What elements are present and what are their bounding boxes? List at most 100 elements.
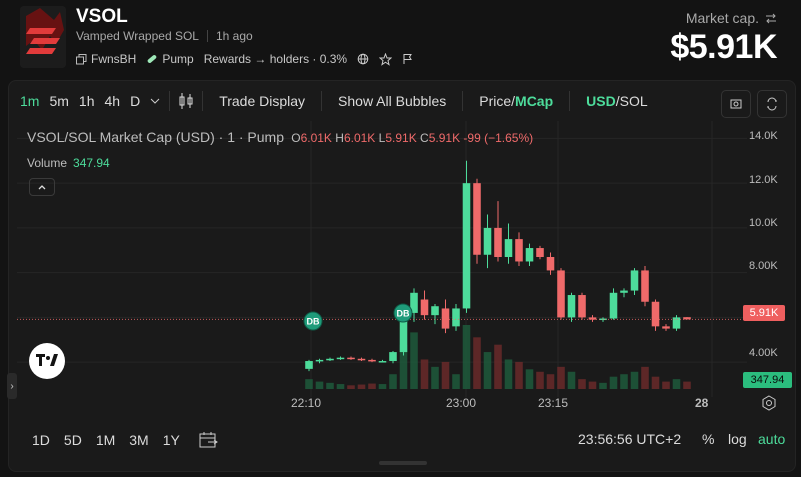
timeframe-1m[interactable]: 1m [15, 93, 44, 109]
toolbar-divider [202, 91, 204, 111]
volume-bar [536, 371, 544, 389]
volume-bar [305, 379, 313, 389]
usd-sol-toggle[interactable]: USD/SOL [578, 93, 655, 109]
candle-body [494, 227, 502, 257]
range-3m[interactable]: 3M [122, 432, 155, 448]
candle-body [567, 295, 576, 318]
timeframe-5m[interactable]: 5m [44, 93, 73, 109]
token-full-name: Vamped Wrapped SOL [76, 29, 199, 43]
candle-body [431, 306, 439, 316]
candle-body [483, 227, 492, 255]
flag-icon[interactable] [402, 53, 413, 65]
candle-body [536, 248, 544, 257]
candle-body [651, 301, 660, 327]
volume-bar [431, 366, 439, 389]
chart-panel: 1m 5m 1h 4h D Trade Display Show All Bub… [7, 80, 797, 472]
refresh-icon [767, 97, 777, 111]
chart-bottom-bar: 1D 5D 1M 3M 1Y 23:56:56 UTC+2 % log auto [9, 425, 797, 455]
volume-bar [494, 344, 502, 389]
toolbar-divider [169, 91, 171, 111]
change-value: -99 (−1.65%) [463, 131, 534, 145]
date-range-icon[interactable] [199, 431, 219, 449]
collapse-legend-button[interactable] [29, 178, 55, 196]
token-symbol: VSOL [76, 6, 128, 27]
price-mcap-toggle[interactable]: Price/MCap [471, 93, 561, 109]
screenshot-button[interactable] [721, 90, 751, 118]
volume-bar [462, 325, 471, 389]
chart-title: VSOL/SOL Market Cap (USD) · 1 · Pump [27, 129, 284, 145]
sol-option: /SOL [615, 93, 648, 109]
candle-body [357, 358, 366, 361]
resize-handle[interactable] [379, 461, 427, 465]
range-1d[interactable]: 1D [25, 432, 57, 448]
volume-bar [620, 374, 628, 389]
globe-icon[interactable] [357, 53, 369, 65]
camera-icon [730, 99, 742, 109]
volume-bar [672, 379, 681, 389]
log-scale-toggle[interactable]: log [728, 431, 747, 447]
chevron-down-icon[interactable] [149, 96, 161, 106]
copy-icon [76, 53, 87, 64]
timeframe-4h[interactable]: 4h [99, 93, 125, 109]
candle-body [630, 270, 639, 291]
volume-value: 347.94 [73, 156, 110, 170]
creator-link[interactable]: FwnsBH [76, 52, 136, 66]
volume-tag: 347.94 [743, 372, 792, 388]
market-cap-label-text: Market cap. [685, 10, 759, 26]
rewards-info: Rewards → holders · 0.3% [203, 52, 348, 66]
candle-body [557, 270, 565, 318]
volume-bar [557, 366, 565, 389]
candle-body [315, 359, 324, 362]
trade-display-button[interactable]: Trade Display [211, 93, 313, 109]
range-5d[interactable]: 5D [57, 432, 89, 448]
x-tick-label: 23:00 [446, 396, 477, 410]
y-tick-label: 8.00K [749, 260, 778, 272]
close-label: C [420, 131, 429, 145]
open-label: O [291, 131, 301, 145]
range-1y[interactable]: 1Y [156, 432, 187, 448]
expand-sidebar-handle[interactable]: › [7, 373, 17, 399]
x-tick-label: 22:10 [291, 396, 322, 410]
candle-body [525, 248, 534, 262]
percent-scale-toggle[interactable]: % [702, 431, 714, 447]
x-tick-label: 23:15 [538, 396, 569, 410]
refresh-button[interactable] [757, 90, 787, 118]
star-icon[interactable] [379, 52, 393, 66]
volume-bar [473, 337, 481, 389]
volume-bar [410, 332, 418, 389]
candle-body [389, 352, 397, 362]
candle-body [546, 257, 555, 271]
candle-body [641, 270, 649, 302]
candle-body [609, 292, 618, 319]
auto-scale-toggle[interactable]: auto [758, 431, 785, 447]
token-header: VSOL Vamped Wrapped SOL 1h ago FwnsBH Pu… [0, 0, 801, 78]
swap-icon[interactable] [765, 13, 777, 24]
range-1m[interactable]: 1M [89, 432, 122, 448]
toolbar-divider [462, 91, 464, 111]
settings-icon[interactable] [761, 395, 777, 411]
volume-bar [389, 374, 397, 389]
chart-toolbar: 1m 5m 1h 4h D Trade Display Show All Bub… [9, 81, 797, 121]
close-value: 5.91K [428, 131, 461, 145]
price-chart[interactable]: DB DB [17, 121, 747, 411]
candle-type-icon[interactable] [178, 92, 194, 110]
candle-body [441, 308, 450, 329]
timeframe-1h[interactable]: 1h [74, 93, 100, 109]
separator [206, 30, 208, 42]
pill-icon [148, 55, 157, 63]
low-value: 5.91K [385, 131, 417, 145]
price-option: Price/ [479, 93, 516, 109]
timeframe-d[interactable]: D [125, 93, 145, 109]
candle-body [368, 359, 376, 362]
volume-bar [368, 383, 376, 389]
show-bubbles-button[interactable]: Show All Bubbles [330, 93, 454, 109]
chevron-up-icon [38, 185, 46, 190]
volume-bar [662, 381, 670, 389]
volume-bar [578, 379, 586, 389]
platform-badge[interactable]: Pump [146, 52, 194, 66]
volume-bar [357, 384, 366, 389]
candle-body [462, 183, 471, 309]
volume-bar [683, 381, 691, 389]
chart-clock[interactable]: 23:56:56 UTC+2 [578, 431, 681, 447]
volume-bar [630, 371, 639, 389]
